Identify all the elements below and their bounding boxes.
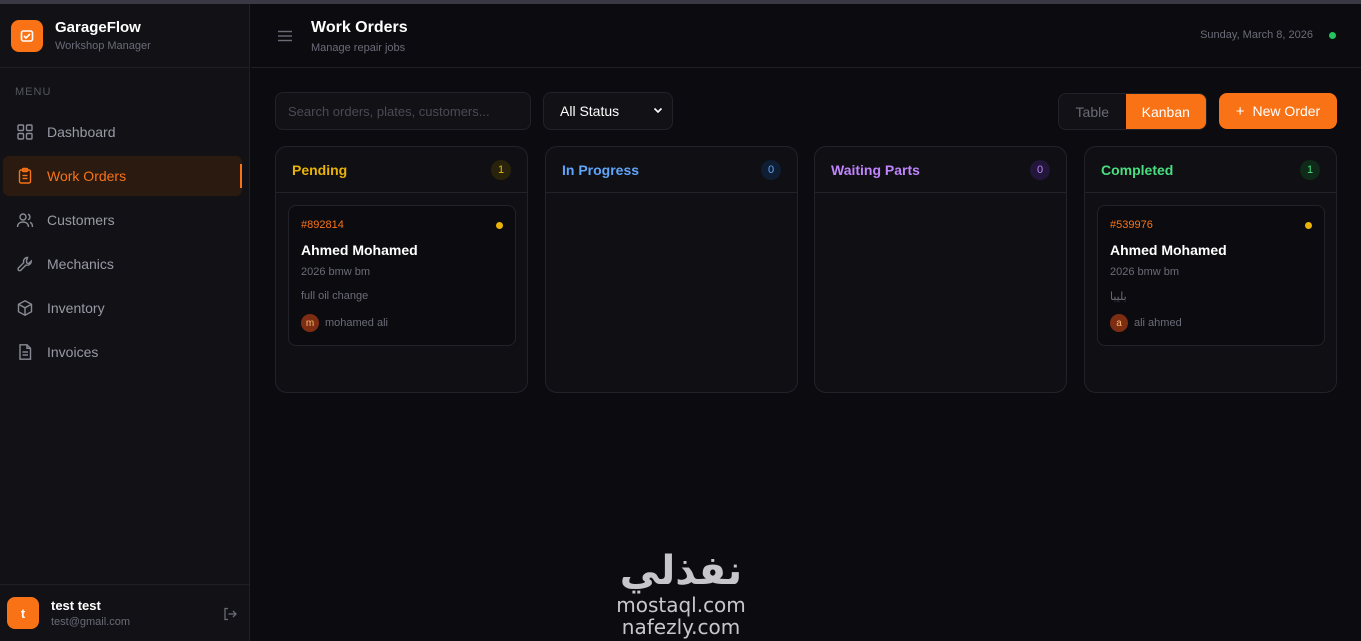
- sidebar-item-label: Customers: [47, 212, 115, 228]
- user-profile[interactable]: t test test test@gmail.com: [0, 584, 250, 641]
- sidebar-nav: Dashboard Work Orders Customers Mechanic…: [0, 112, 249, 372]
- column-count-badge: 0: [761, 159, 781, 180]
- page-header: Work Orders Manage repair jobs Sunday, M…: [251, 4, 1361, 68]
- column-count-badge: 0: [1030, 159, 1050, 180]
- sidebar-item-customers[interactable]: Customers: [3, 200, 242, 240]
- vehicle-info: 2026 bmw bm: [1110, 266, 1180, 278]
- page-subtitle: Manage repair jobs: [311, 42, 406, 54]
- grid-icon: [15, 122, 35, 142]
- chevron-down-icon: [652, 103, 664, 119]
- app-logo-icon: [11, 19, 43, 52]
- watermark-line2: nafezly.com: [621, 615, 741, 639]
- sidebar-item-dashboard[interactable]: Dashboard: [3, 112, 242, 152]
- priority-dot: [1305, 222, 1312, 229]
- column-title: Pending: [292, 161, 348, 178]
- clipboard-icon: [15, 166, 35, 186]
- column-title: Completed: [1101, 161, 1174, 178]
- order-id: #539976: [1110, 219, 1153, 231]
- column-count-badge: 1: [1300, 159, 1320, 180]
- kanban-column-pending: Pending 1 #892814 Ahmed Mohamed 2026 bmw…: [275, 146, 528, 393]
- sidebar-item-inventory[interactable]: Inventory: [3, 288, 242, 328]
- watermark-line1: mostaql.com: [616, 593, 746, 617]
- sidebar-item-work-orders[interactable]: Work Orders: [3, 156, 242, 196]
- logout-icon[interactable]: [222, 606, 238, 622]
- kanban-column-in-progress: In Progress 0: [545, 146, 798, 393]
- search-input[interactable]: [275, 92, 531, 130]
- column-title: Waiting Parts: [831, 161, 920, 178]
- plus-icon: +: [1235, 102, 1245, 120]
- sidebar-item-label: Dashboard: [47, 124, 116, 140]
- sidebar-item-label: Invoices: [47, 344, 99, 360]
- sidebar-item-label: Work Orders: [47, 168, 127, 184]
- app-subtitle: Workshop Manager: [55, 40, 151, 52]
- sidebar-item-label: Mechanics: [47, 256, 114, 272]
- watermark-arabic: نفذلي: [619, 548, 743, 594]
- job-description: full oil change: [301, 290, 369, 302]
- menu-section-label: MENU: [15, 86, 52, 98]
- watermark: نفذلي mostaql.com nafezly.com: [596, 548, 766, 641]
- kanban-column-completed: Completed 1 #539976 Ahmed Mohamed 2026 b…: [1084, 146, 1337, 393]
- sidebar-item-invoices[interactable]: Invoices: [3, 332, 242, 372]
- page-title: Work Orders: [311, 19, 408, 36]
- user-email: test@gmail.com: [51, 616, 131, 628]
- new-order-label: New Order: [1252, 103, 1321, 119]
- priority-dot: [496, 222, 503, 229]
- vehicle-info: 2026 bmw bm: [301, 266, 371, 278]
- work-order-card[interactable]: #892814 Ahmed Mohamed 2026 bmw bm full o…: [288, 205, 516, 346]
- view-toggle: Table Kanban: [1058, 93, 1207, 130]
- user-name: test test: [51, 598, 101, 613]
- brand[interactable]: GarageFlow Workshop Manager: [0, 4, 249, 68]
- wrench-icon: [15, 254, 35, 274]
- menu-toggle-icon[interactable]: [277, 28, 293, 44]
- users-icon: [15, 210, 35, 230]
- customer-name: Ahmed Mohamed: [1110, 242, 1227, 258]
- file-icon: [15, 342, 35, 362]
- job-description: بليبا: [1110, 291, 1127, 303]
- work-order-card[interactable]: #539976 Ahmed Mohamed 2026 bmw bm بليبا …: [1097, 205, 1325, 346]
- mechanic-avatar: m: [301, 314, 319, 332]
- status-filter-select[interactable]: All Status: [543, 92, 673, 130]
- customer-name: Ahmed Mohamed: [301, 242, 418, 258]
- mechanic-name: mohamed ali: [325, 317, 388, 329]
- table-view-button[interactable]: Table: [1059, 94, 1126, 129]
- sidebar-item-label: Inventory: [47, 300, 105, 316]
- column-count-badge: 1: [491, 159, 511, 180]
- current-date: Sunday, March 8, 2026: [1200, 29, 1313, 41]
- sidebar: GarageFlow Workshop Manager MENU Dashboa…: [0, 4, 250, 641]
- column-title: In Progress: [562, 161, 640, 178]
- avatar: t: [7, 597, 39, 629]
- online-status-indicator: [1329, 32, 1336, 39]
- app-name: GarageFlow: [55, 19, 141, 36]
- mechanic-avatar: a: [1110, 314, 1128, 332]
- order-id: #892814: [301, 219, 344, 231]
- mechanic-name: ali ahmed: [1134, 317, 1182, 329]
- kanban-view-button[interactable]: Kanban: [1125, 94, 1206, 129]
- status-filter-value: All Status: [560, 103, 620, 119]
- sidebar-item-mechanics[interactable]: Mechanics: [3, 244, 242, 284]
- box-icon: [15, 298, 35, 318]
- new-order-button[interactable]: + New Order: [1219, 93, 1337, 129]
- kanban-column-waiting-parts: Waiting Parts 0: [814, 146, 1067, 393]
